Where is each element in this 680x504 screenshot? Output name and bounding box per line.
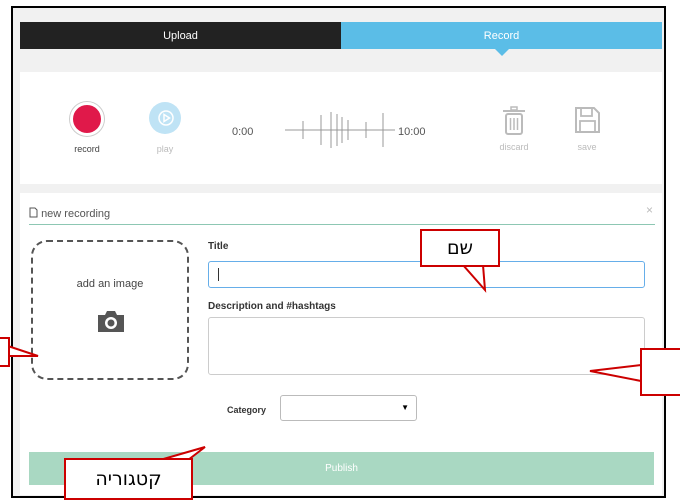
image-callout-fragment xyxy=(0,337,10,367)
annotation-pointers xyxy=(7,264,642,461)
category-callout: קטגוריה xyxy=(64,458,193,500)
description-callout-fragment xyxy=(640,348,680,396)
title-callout: שם xyxy=(420,229,500,267)
